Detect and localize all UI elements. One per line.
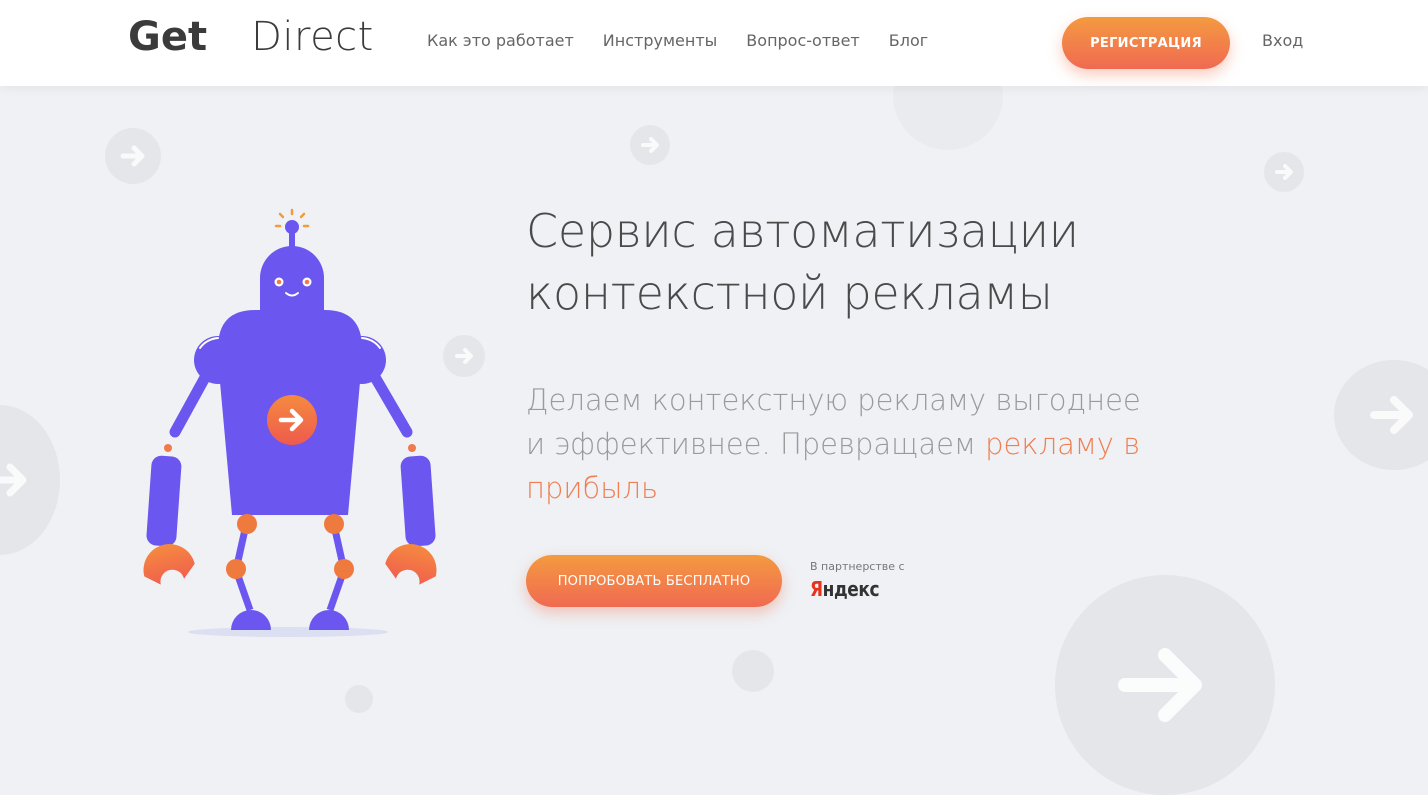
hero-title: Сервис автоматизации контекстной рекламы: [526, 200, 1226, 324]
robot-mascot-icon: [143, 208, 437, 637]
login-link[interactable]: Вход: [1262, 31, 1303, 50]
nav-link-blog[interactable]: Блог: [889, 31, 928, 50]
background-bubble-3: [1264, 152, 1304, 192]
hero-title-line1: Сервис автоматизации: [526, 204, 1079, 258]
background-bubble-10: [345, 685, 373, 713]
background-bubble-7: [0, 405, 60, 555]
background-bubble-1: [105, 128, 161, 184]
yandex-logo[interactable]: Яндекс: [810, 577, 890, 601]
hero-title-line2: контекстной рекламы: [526, 266, 1053, 320]
hero-subtitle-line1: Делаем контекстную рекламу выгоднее: [526, 383, 1141, 417]
hero-subtitle-accent-line2: рекламу в: [985, 427, 1141, 461]
nav-link-how-it-works[interactable]: Как это работает: [427, 31, 574, 50]
background-bubble-8: [1055, 575, 1275, 795]
hero-subtitle-accent-line3: прибыль: [526, 471, 659, 505]
yandex-logo-first-letter: Я: [810, 577, 823, 601]
register-button[interactable]: РЕГИСТРАЦИЯ: [1062, 17, 1230, 69]
background-bubble-9: [732, 650, 774, 692]
yandex-logo-rest: ндекс: [822, 577, 880, 601]
logo-get-text: Get: [128, 14, 208, 60]
nav-link-tools[interactable]: Инструменты: [603, 31, 718, 50]
background-bubble-6: [1334, 360, 1428, 470]
partner-block: В партнерстве с Яндекс: [810, 560, 905, 601]
main-nav: Как это работает Инструменты Вопрос-отве…: [427, 31, 957, 50]
hero-subtitle-line2: и эффективнее. Превращаем: [526, 427, 976, 461]
nav-link-faq[interactable]: Вопрос-ответ: [746, 31, 859, 50]
try-free-button[interactable]: ПОПРОБОВАТЬ БЕСПЛАТНО: [526, 555, 782, 607]
site-header: Get Direct Как это работает Инструменты …: [0, 0, 1428, 86]
logo-direct-text: Direct: [251, 14, 374, 60]
background-bubble-2: [630, 125, 670, 165]
partner-label: В партнерстве с: [810, 560, 905, 573]
hero-subtitle: Делаем контекстную рекламу выгоднее и эф…: [526, 378, 1206, 510]
site-logo[interactable]: Get Direct: [128, 14, 374, 70]
